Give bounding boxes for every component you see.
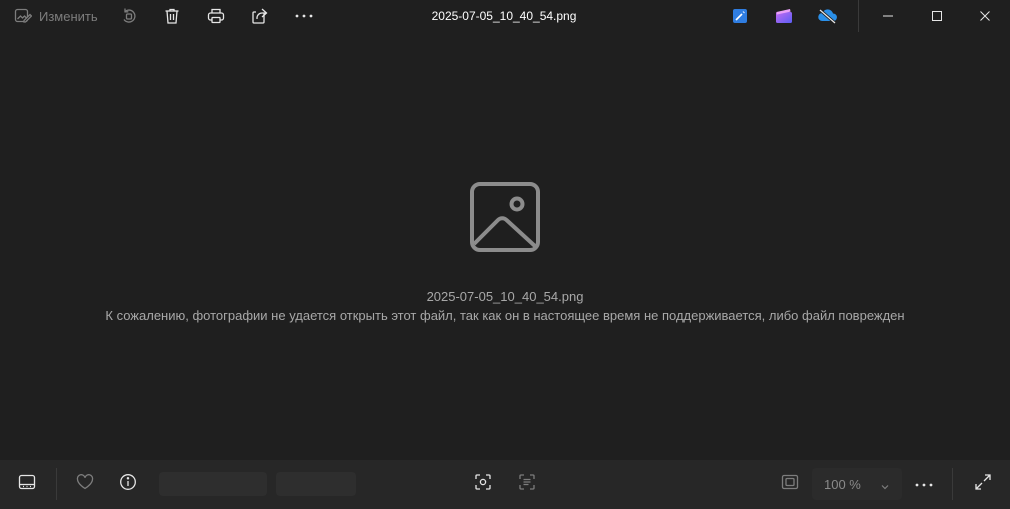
delete-button[interactable] <box>159 3 185 29</box>
share-icon <box>251 7 269 25</box>
close-button[interactable] <box>970 0 1000 32</box>
close-icon <box>979 10 991 22</box>
more-horizontal-icon <box>294 13 314 19</box>
printer-icon <box>207 7 225 25</box>
favorite-button[interactable] <box>71 470 99 498</box>
image-placeholder-icon <box>469 181 541 258</box>
filmstrip-button[interactable] <box>12 470 42 498</box>
edit-image-icon <box>14 7 32 25</box>
trash-icon <box>163 7 181 25</box>
minimize-icon <box>882 10 894 22</box>
filmstrip-icon <box>18 474 36 495</box>
rotate-button[interactable] <box>116 3 142 29</box>
actual-size-icon <box>781 474 799 495</box>
edit-button[interactable]: Изменить <box>10 3 102 29</box>
chevron-down-icon <box>880 479 890 497</box>
minimize-button[interactable] <box>873 0 903 32</box>
more-horizontal-icon <box>914 475 934 493</box>
loading-placeholder-2 <box>276 472 356 496</box>
image-viewer-area: 2025-07-05_10_40_54.png К сожалению, фот… <box>0 32 1010 460</box>
error-filename: 2025-07-05_10_40_54.png <box>426 289 584 304</box>
window-title: 2025-07-05_10_40_54.png <box>431 9 577 23</box>
more-options-button[interactable] <box>290 3 318 29</box>
bottom-divider-left <box>56 468 57 500</box>
zoom-dropdown[interactable]: 100 % <box>812 468 902 500</box>
clipchamp-app-icon <box>775 8 793 24</box>
text-recognition-button[interactable] <box>513 470 541 498</box>
share-button[interactable] <box>247 3 273 29</box>
maximize-button[interactable] <box>922 0 952 32</box>
designer-app-icon <box>732 8 748 24</box>
text-recognition-icon <box>518 473 536 496</box>
top-toolbar: Изменить 2025-07-05_10_40_54.png <box>0 0 1010 32</box>
print-button[interactable] <box>203 3 229 29</box>
more-options-bottom-button[interactable] <box>910 470 938 498</box>
bottom-toolbar: 100 % <box>0 460 1010 509</box>
error-message: К сожалению, фотографии не удается откры… <box>105 308 905 323</box>
rotate-icon <box>120 7 138 25</box>
maximize-icon <box>931 10 943 22</box>
photos-app-window: Изменить 2025-07-05_10_40_54.png 2025-07… <box>0 0 1010 509</box>
designer-app-button[interactable] <box>728 3 752 29</box>
edit-button-label: Изменить <box>39 8 98 24</box>
fullscreen-icon <box>974 473 992 496</box>
toolbar-divider <box>858 0 859 32</box>
fit-to-window-button[interactable] <box>469 470 497 498</box>
file-info-button[interactable] <box>114 470 142 498</box>
loading-placeholder-1 <box>159 472 267 496</box>
bottom-divider-right <box>952 468 953 500</box>
info-icon <box>119 473 137 496</box>
onedrive-button[interactable] <box>815 3 841 29</box>
onedrive-offline-icon <box>817 8 839 24</box>
fit-to-window-icon <box>474 473 492 496</box>
actual-size-button[interactable] <box>776 470 804 498</box>
fullscreen-button[interactable] <box>969 470 997 498</box>
heart-icon <box>76 473 94 495</box>
clipchamp-app-button[interactable] <box>771 3 797 29</box>
zoom-value: 100 % <box>824 476 861 492</box>
